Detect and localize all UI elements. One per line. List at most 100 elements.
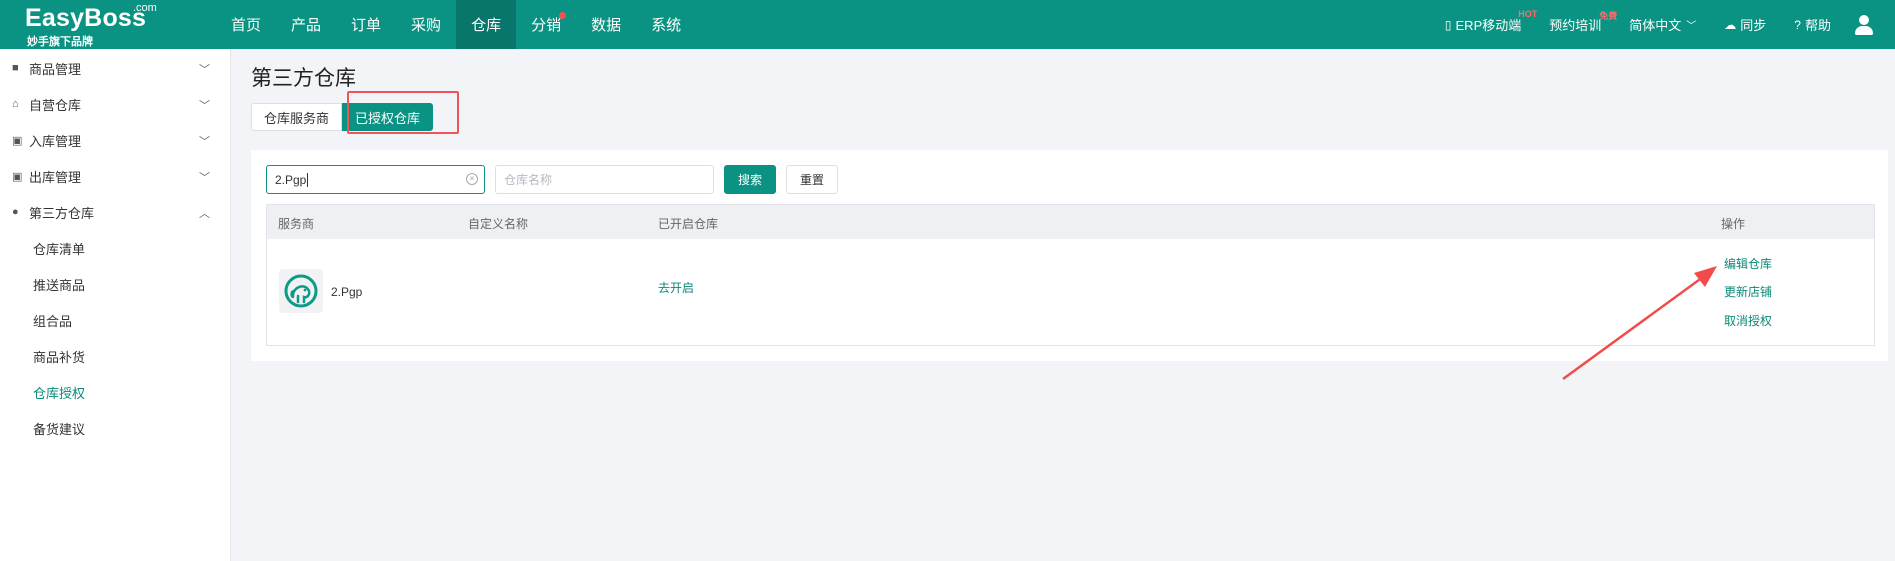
warehouse-name-input[interactable]: 仓库名称	[495, 165, 714, 194]
sidebar-item-label: 商品补货	[33, 349, 86, 365]
provider-search-input[interactable]: 2.Pgp ×	[266, 165, 485, 194]
product-icon: ■	[12, 62, 19, 74]
nav-label: 产品	[291, 17, 322, 34]
mobile-icon: ▯	[1444, 17, 1452, 32]
chevron-up-icon: ︿	[199, 208, 210, 220]
sidebar-item-label: 备货建议	[33, 421, 86, 437]
logo[interactable]: EasyBoss .com 妙手旗下品牌	[25, 2, 165, 48]
elephant-logo-icon	[284, 274, 318, 308]
table-header: 服务商 自定义名称 已开启仓库 操作	[267, 205, 1874, 239]
nav-orders[interactable]: 订单	[336, 0, 396, 49]
nav-data[interactable]: 数据	[576, 0, 636, 49]
main-nav: 首页 产品 订单 采购 仓库 分销 数据 系统	[216, 0, 696, 49]
nav-home[interactable]: 首页	[216, 0, 276, 49]
content-card: 2.Pgp × 仓库名称 搜索 重置 服务商 自定义名称 已开启仓库 操作 2.…	[251, 150, 1888, 361]
sidebar-group-outbound[interactable]: ▣ 出库管理 ﹀	[0, 158, 230, 194]
top-bar: EasyBoss .com 妙手旗下品牌 首页 产品 订单 采购 仓库 分销 数…	[0, 0, 1895, 49]
tab-label: 仓库服务商	[264, 110, 330, 126]
column-provider: 服务商	[278, 217, 315, 231]
nav-label: 仓库	[471, 17, 502, 34]
table-row: 2.Pgp 去开启 编辑仓库 更新店铺 取消授权	[267, 239, 1874, 345]
nav-purchase[interactable]: 采购	[396, 0, 456, 49]
clear-icon[interactable]: ×	[466, 173, 478, 185]
nav-label: 分销	[531, 17, 562, 34]
reset-button-label: 重置	[800, 173, 825, 187]
inbox-icon: ▣	[12, 134, 23, 147]
sidebar-group-third-party[interactable]: ● 第三方仓库 ︿	[0, 194, 230, 230]
provider-logo	[279, 269, 323, 313]
training-link[interactable]: 预约培训 免费	[1535, 0, 1617, 49]
sidebar-group-label: 出库管理	[29, 169, 82, 185]
sync-button[interactable]: ☁ 同步	[1710, 0, 1780, 49]
tab-warehouse-providers[interactable]: 仓库服务商	[251, 103, 343, 131]
sidebar-item-label: 仓库清单	[33, 241, 86, 257]
chevron-down-icon: ﹀	[1686, 21, 1697, 32]
provider-name: 2.Pgp	[331, 285, 363, 299]
column-enabled-warehouse: 已开启仓库	[658, 217, 719, 231]
help-button[interactable]: ? 帮助	[1780, 0, 1845, 49]
sidebar: ■ 商品管理 ﹀ ⌂ 自营仓库 ﹀ ▣ 入库管理 ﹀ ▣ 出库管理 ﹀ ● 第三…	[0, 49, 231, 561]
warehouse-icon: ●	[12, 206, 19, 218]
sidebar-item-stock-advice[interactable]: 备货建议	[0, 410, 230, 446]
user-avatar-icon[interactable]	[1853, 14, 1875, 36]
sidebar-group-label: 入库管理	[29, 133, 82, 149]
language-label: 简体中文	[1629, 18, 1682, 33]
provider-input-value: 2.Pgp	[275, 172, 307, 187]
sidebar-item-warehouse-list[interactable]: 仓库清单	[0, 230, 230, 266]
top-right-menu: ▯ ERP移动端 HOT 预约培训 免费 简体中文 ﹀ ☁ 同步 ? 帮助	[1431, 0, 1875, 49]
sidebar-group-product[interactable]: ■ 商品管理 ﹀	[0, 50, 230, 86]
warehouse-name-placeholder: 仓库名称	[504, 173, 553, 187]
sidebar-group-inbound[interactable]: ▣ 入库管理 ﹀	[0, 122, 230, 158]
sidebar-item-replenish[interactable]: 商品补货	[0, 338, 230, 374]
help-icon: ?	[1794, 17, 1801, 32]
page-title: 第三方仓库	[251, 67, 356, 90]
sidebar-item-label: 组合品	[33, 313, 73, 329]
erp-mobile-link[interactable]: ▯ ERP移动端 HOT	[1431, 0, 1537, 49]
sync-label: 同步	[1740, 18, 1767, 33]
nav-label: 首页	[231, 17, 262, 34]
sidebar-item-label: 仓库授权	[33, 385, 86, 401]
column-actions: 操作	[1721, 217, 1746, 231]
chevron-down-icon: ﹀	[199, 64, 210, 76]
sidebar-group-label: 商品管理	[29, 61, 82, 77]
column-custom-name: 自定义名称	[468, 217, 529, 231]
nav-warehouse[interactable]: 仓库	[456, 0, 517, 49]
outbox-icon: ▣	[12, 170, 23, 183]
notification-dot	[559, 12, 567, 19]
nav-label: 数据	[591, 17, 622, 34]
chevron-down-icon: ﹀	[199, 136, 210, 148]
search-button-label: 搜索	[738, 173, 763, 187]
edit-warehouse-link[interactable]: 编辑仓库	[1724, 255, 1772, 272]
reset-button[interactable]: 重置	[786, 165, 839, 194]
enable-link[interactable]: 去开启	[658, 279, 694, 296]
sidebar-group-label: 自营仓库	[29, 97, 82, 113]
language-select[interactable]: 简体中文 ﹀	[1615, 0, 1710, 49]
update-store-link[interactable]: 更新店铺	[1724, 283, 1772, 300]
home-icon: ⌂	[12, 98, 19, 110]
nav-distribution[interactable]: 分销	[516, 0, 576, 49]
text-caret	[307, 172, 309, 187]
sidebar-item-label: 推送商品	[33, 277, 86, 293]
nav-products[interactable]: 产品	[276, 0, 336, 49]
nav-label: 采购	[411, 17, 442, 34]
sidebar-item-warehouse-auth[interactable]: 仓库授权	[0, 374, 230, 410]
logo-com: .com	[133, 2, 157, 14]
authorized-warehouse-table: 服务商 自定义名称 已开启仓库 操作 2.Pgp 去开启 编辑仓库 更新店铺 取…	[266, 204, 1875, 346]
sidebar-item-bundles[interactable]: 组合品	[0, 302, 230, 338]
cloud-icon: ☁	[1724, 17, 1737, 32]
erp-label: ERP移动端	[1455, 18, 1522, 33]
cancel-authorization-link[interactable]: 取消授权	[1724, 312, 1772, 329]
filter-bar: 2.Pgp × 仓库名称 搜索 重置	[266, 165, 839, 194]
logo-tagline: 妙手旗下品牌	[27, 36, 93, 48]
search-button[interactable]: 搜索	[724, 165, 777, 194]
sidebar-group-own-warehouse[interactable]: ⌂ 自营仓库 ﹀	[0, 86, 230, 122]
logo-text: EasyBoss	[25, 4, 147, 32]
sidebar-group-label: 第三方仓库	[29, 205, 95, 221]
annotation-highlight-box	[347, 91, 459, 134]
nav-label: 订单	[351, 17, 382, 34]
nav-label: 系统	[651, 17, 682, 34]
help-label: 帮助	[1804, 18, 1831, 33]
training-label: 预约培训	[1549, 18, 1602, 33]
sidebar-item-push-products[interactable]: 推送商品	[0, 266, 230, 302]
nav-system[interactable]: 系统	[636, 0, 696, 49]
